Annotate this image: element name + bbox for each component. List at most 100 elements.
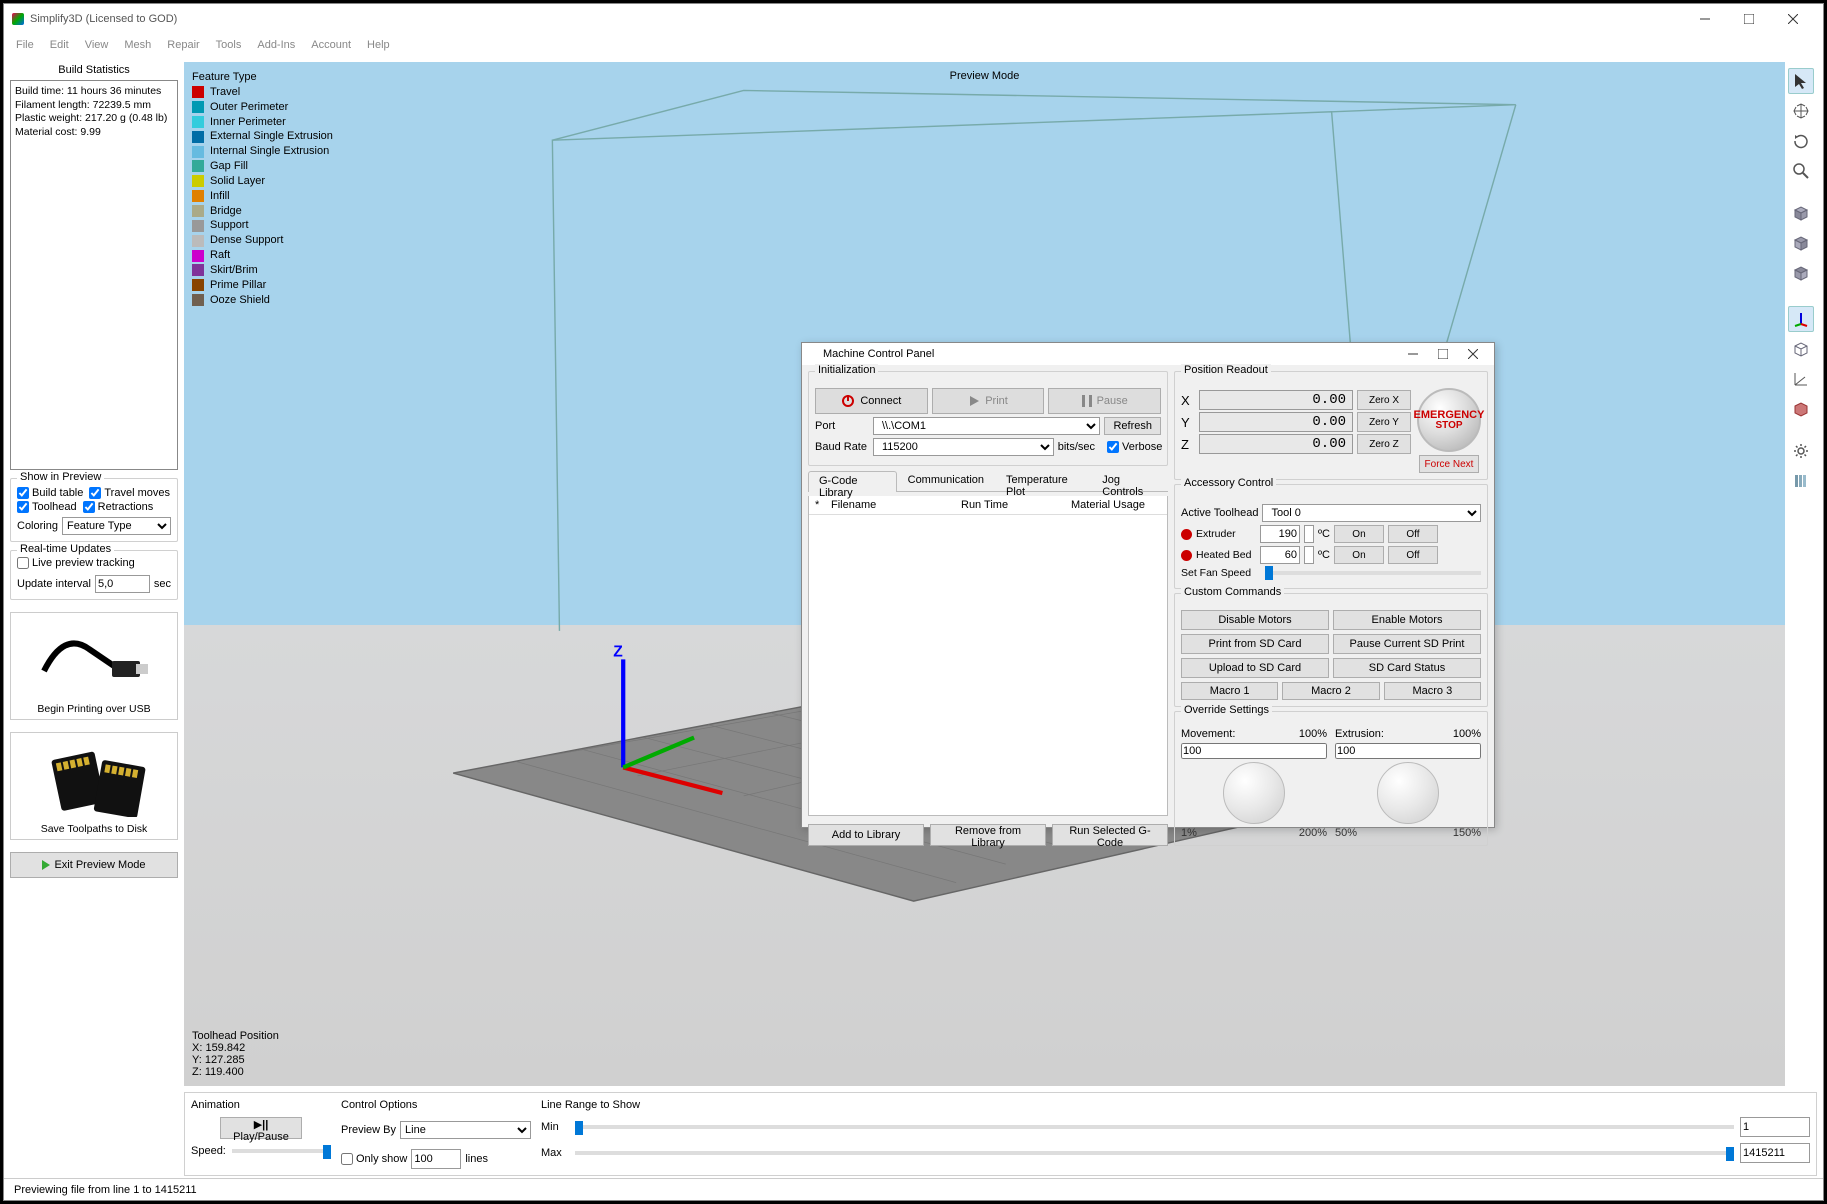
rotate-tool-icon[interactable] xyxy=(1788,128,1814,154)
bed-on-button[interactable]: On xyxy=(1334,546,1384,564)
speed-slider[interactable] xyxy=(232,1149,331,1153)
stat-cost: Material cost: 9.99 xyxy=(15,126,173,140)
disable-motors-button[interactable]: Disable Motors xyxy=(1181,610,1329,630)
minimize-button[interactable] xyxy=(1683,5,1727,33)
refresh-button[interactable]: Refresh xyxy=(1104,417,1161,435)
show-in-preview-group: Show in Preview Build table Travel moves… xyxy=(10,478,178,542)
preview-by-select[interactable]: Line xyxy=(400,1121,531,1139)
section-icon[interactable] xyxy=(1788,396,1814,422)
usb-icon xyxy=(29,617,159,701)
pause-sd-button[interactable]: Pause Current SD Print xyxy=(1333,634,1481,654)
feature-outer-perimeter: Outer Perimeter xyxy=(192,100,333,115)
menu-add-ins[interactable]: Add-Ins xyxy=(257,39,295,51)
axis-indicator-icon[interactable] xyxy=(1788,306,1814,332)
extruder-on-button[interactable]: On xyxy=(1334,525,1384,543)
maximize-button[interactable] xyxy=(1727,5,1771,33)
close-button[interactable] xyxy=(1771,5,1815,33)
macro-2-button[interactable]: Macro 2 xyxy=(1282,682,1379,700)
gcode-list[interactable]: * Filename Run Time Material Usage xyxy=(808,496,1168,816)
bed-off-button[interactable]: Off xyxy=(1388,546,1438,564)
only-show-checkbox[interactable]: Only show xyxy=(341,1153,407,1165)
menu-mesh[interactable]: Mesh xyxy=(124,39,151,51)
tab-jog-controls[interactable]: Jog Controls xyxy=(1091,470,1168,491)
chk-toolhead[interactable]: Toolhead xyxy=(17,501,77,513)
play-pause-button[interactable]: ▶|| Play/Pause xyxy=(220,1117,302,1139)
menu-tools[interactable]: Tools xyxy=(216,39,242,51)
zero-y-button[interactable]: Zero Y xyxy=(1357,412,1411,432)
add-library-button[interactable]: Add to Library xyxy=(808,824,924,846)
force-next-button[interactable]: Force Next xyxy=(1419,455,1479,473)
pan-tool-icon[interactable] xyxy=(1788,98,1814,124)
menu-view[interactable]: View xyxy=(85,39,109,51)
menu-edit[interactable]: Edit xyxy=(50,39,69,51)
chk-live-preview[interactable]: Live preview tracking xyxy=(17,557,171,569)
menu-account[interactable]: Account xyxy=(311,39,351,51)
print-button[interactable]: Print xyxy=(932,388,1045,414)
coloring-select[interactable]: Feature Type xyxy=(62,517,171,535)
verbose-checkbox[interactable]: Verbose xyxy=(1107,441,1161,453)
viewport-3d[interactable]: Z Feature Type TravelOuter PerimeterInne… xyxy=(184,62,1785,1086)
exit-preview-button[interactable]: Exit Preview Mode xyxy=(10,852,178,878)
min-line-slider[interactable] xyxy=(575,1125,1734,1129)
print-sd-button[interactable]: Print from SD Card xyxy=(1181,634,1329,654)
menu-repair[interactable]: Repair xyxy=(167,39,199,51)
emergency-stop-button[interactable]: EMERGENCYSTOP xyxy=(1417,388,1481,452)
extruder-off-button[interactable]: Off xyxy=(1388,525,1438,543)
usb-card[interactable]: Begin Printing over USB xyxy=(10,612,178,720)
mcp-close-button[interactable] xyxy=(1458,343,1488,365)
library-icon[interactable] xyxy=(1788,468,1814,494)
tab-g-code-library[interactable]: G-Code Library xyxy=(808,471,897,492)
menu-file[interactable]: File xyxy=(16,39,34,51)
max-line-input[interactable] xyxy=(1740,1143,1810,1163)
bed-temp-input[interactable] xyxy=(1260,546,1300,564)
extruder-temp-input[interactable] xyxy=(1260,525,1300,543)
pause-button[interactable]: Pause xyxy=(1048,388,1161,414)
connect-button[interactable]: Connect xyxy=(815,388,928,414)
max-line-slider[interactable] xyxy=(575,1151,1734,1155)
arrow-tool-icon[interactable] xyxy=(1788,68,1814,94)
tab-communication[interactable]: Communication xyxy=(897,470,995,491)
chk-build-table[interactable]: Build table xyxy=(17,487,83,499)
zero-z-button[interactable]: Zero Z xyxy=(1357,434,1411,454)
interval-unit: sec xyxy=(154,578,171,590)
normals-icon[interactable] xyxy=(1788,366,1814,392)
pos-y-readout: 0.00 xyxy=(1199,412,1353,432)
extruder-indicator-icon xyxy=(1181,529,1192,540)
extrusion-knob[interactable] xyxy=(1377,762,1439,824)
baud-select[interactable]: 115200 xyxy=(873,438,1054,456)
macro-1-button[interactable]: Macro 1 xyxy=(1181,682,1278,700)
min-line-input[interactable] xyxy=(1740,1117,1810,1137)
feature-inner-perimeter: Inner Perimeter xyxy=(192,115,333,130)
interval-input[interactable] xyxy=(95,575,150,593)
movement-override-input[interactable] xyxy=(1181,743,1327,759)
macro-3-button[interactable]: Macro 3 xyxy=(1384,682,1481,700)
only-show-input[interactable] xyxy=(411,1149,461,1169)
feature-prime-pillar: Prime Pillar xyxy=(192,278,333,293)
fan-speed-slider[interactable] xyxy=(1265,571,1481,575)
menu-help[interactable]: Help xyxy=(367,39,390,51)
mcp-maximize-button[interactable] xyxy=(1428,343,1458,365)
view-front-icon[interactable] xyxy=(1788,230,1814,256)
chk-travel-moves[interactable]: Travel moves xyxy=(89,487,170,499)
extrusion-override-input[interactable] xyxy=(1335,743,1481,759)
mcp-minimize-button[interactable] xyxy=(1398,343,1428,365)
remove-library-button[interactable]: Remove from Library xyxy=(930,824,1046,846)
toolhead-select[interactable]: Tool 0 xyxy=(1262,504,1481,522)
wireframe-icon[interactable] xyxy=(1788,336,1814,362)
upload-sd-button[interactable]: Upload to SD Card xyxy=(1181,658,1329,678)
disk-card[interactable]: Save Toolpaths to Disk xyxy=(10,732,178,840)
view-top-icon[interactable] xyxy=(1788,200,1814,226)
settings-icon[interactable] xyxy=(1788,438,1814,464)
zero-x-button[interactable]: Zero X xyxy=(1357,390,1411,410)
enable-motors-button[interactable]: Enable Motors xyxy=(1333,610,1481,630)
zoom-tool-icon[interactable] xyxy=(1788,158,1814,184)
movement-knob[interactable] xyxy=(1223,762,1285,824)
view-side-icon[interactable] xyxy=(1788,260,1814,286)
sd-status-button[interactable]: SD Card Status xyxy=(1333,658,1481,678)
port-select[interactable]: \\.\COM1 xyxy=(873,417,1100,435)
chk-retractions[interactable]: Retractions xyxy=(83,501,154,513)
feature-gap-fill: Gap Fill xyxy=(192,159,333,174)
run-gcode-button[interactable]: Run Selected G-Code xyxy=(1052,824,1168,846)
tab-temperature-plot[interactable]: Temperature Plot xyxy=(995,470,1091,491)
coloring-label: Coloring xyxy=(17,520,58,532)
